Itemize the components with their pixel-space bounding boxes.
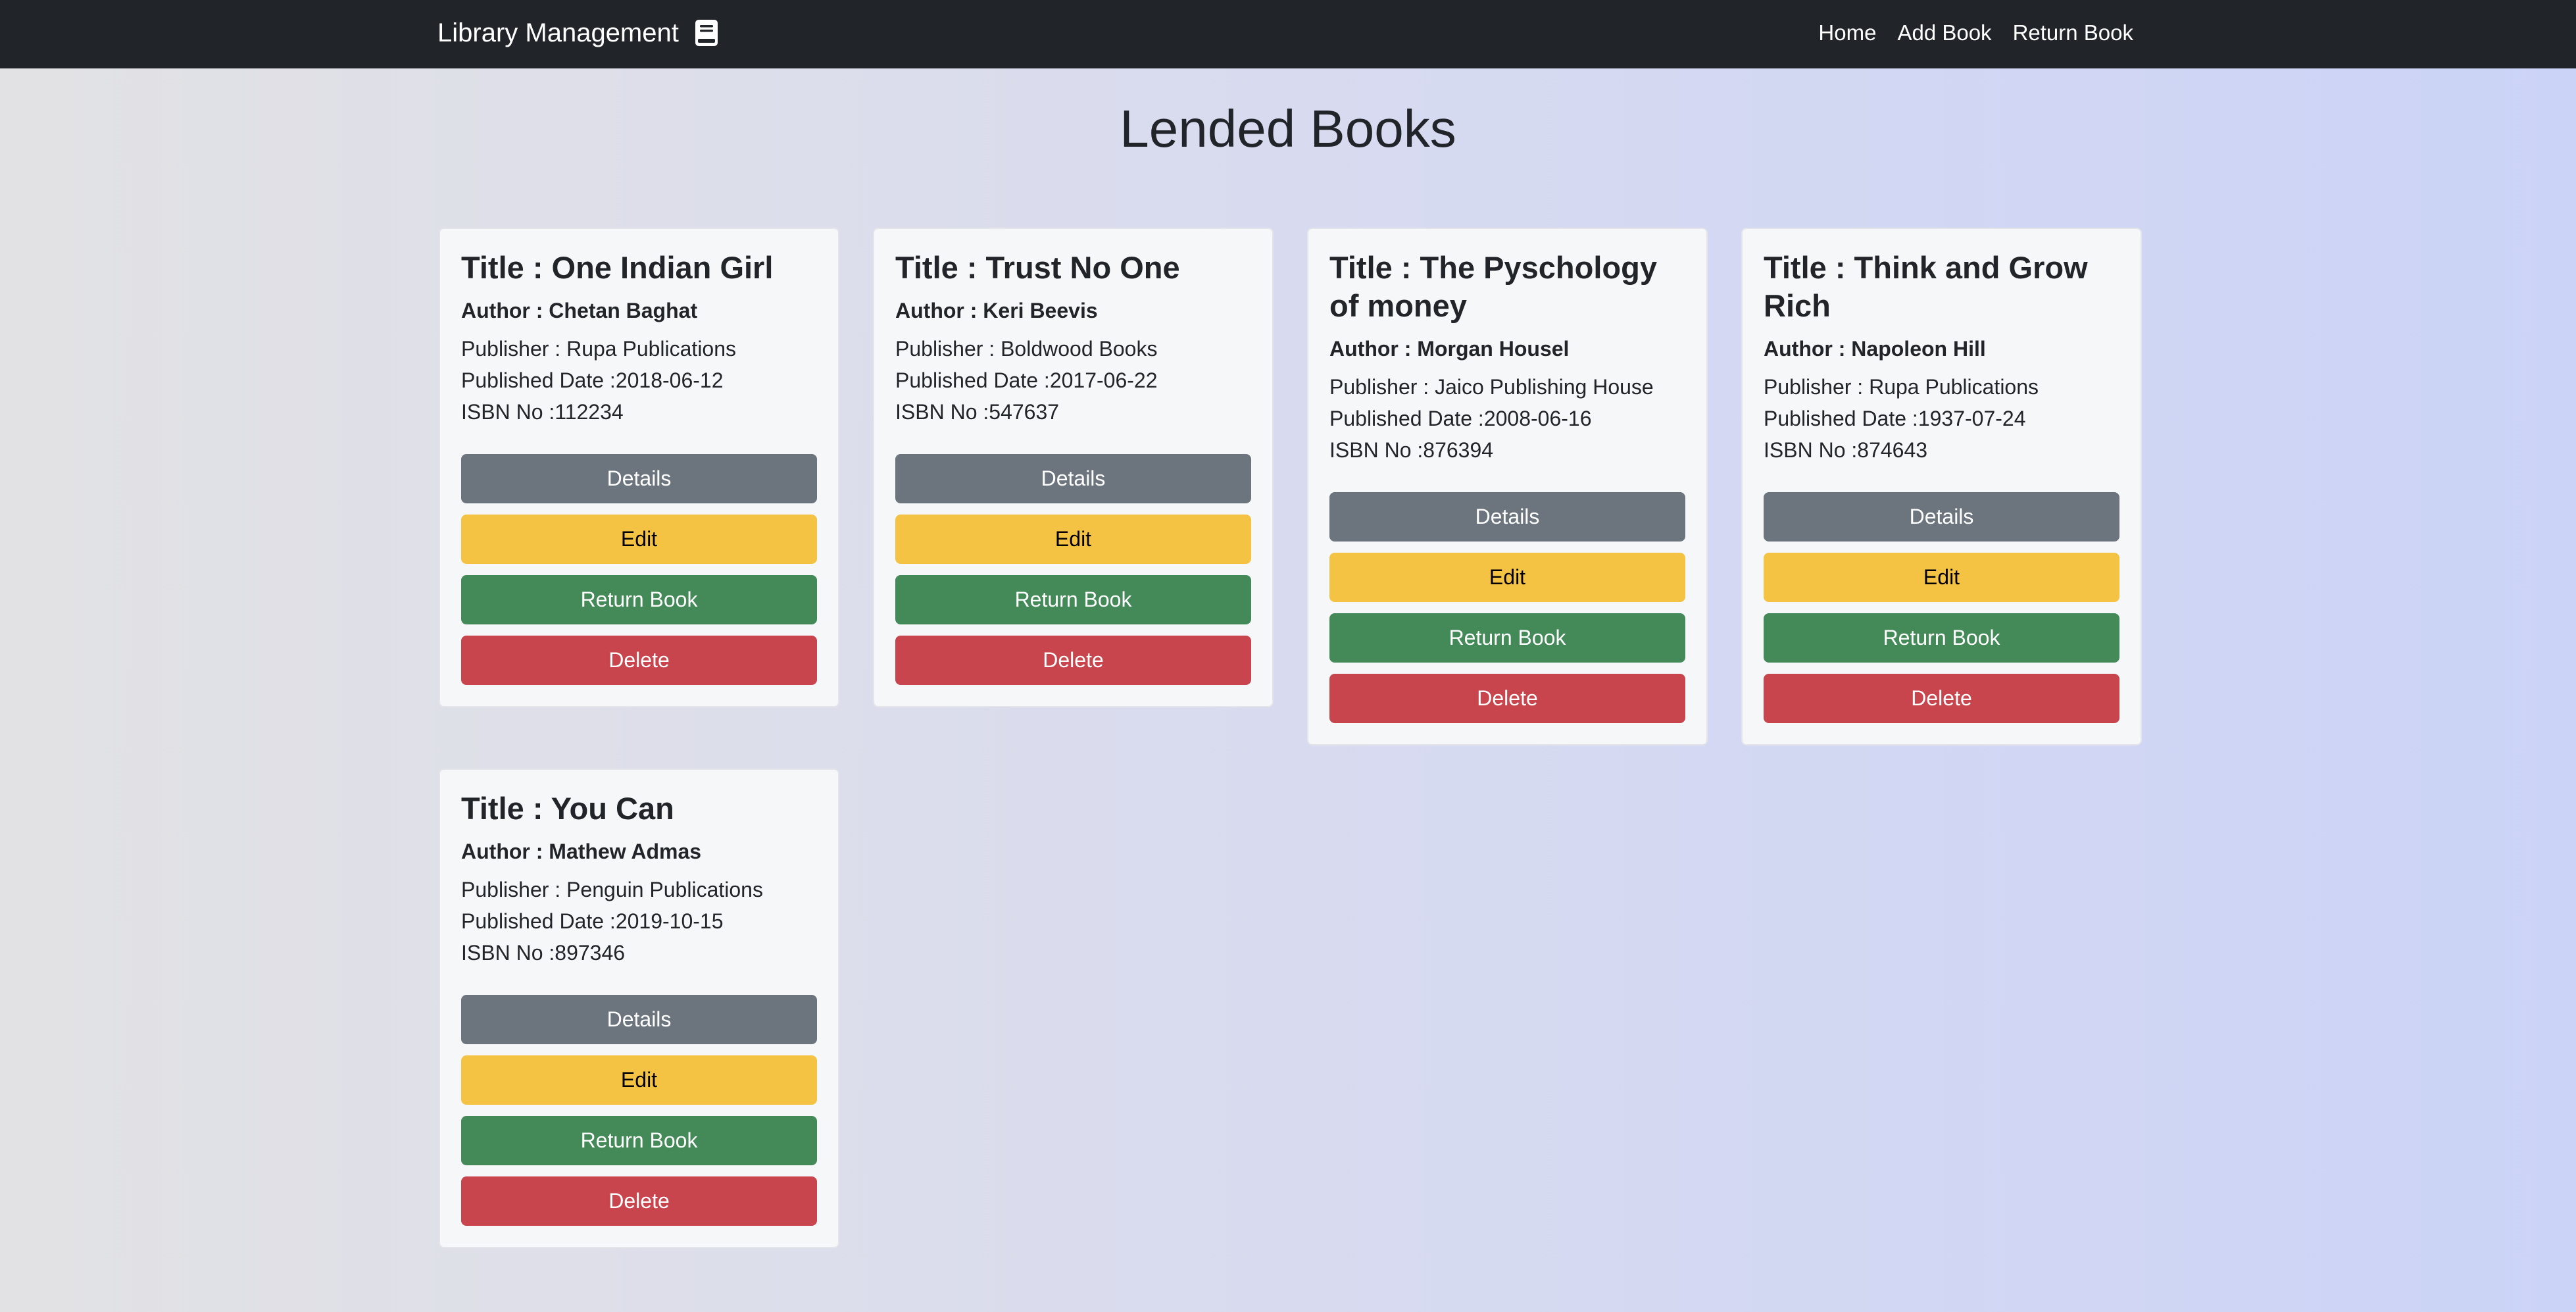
delete-button[interactable]: Delete <box>895 636 1251 685</box>
book-title: Title : The Pyschology of money <box>1329 250 1657 323</box>
book-published-date: Published Date :2018-06-12 <box>461 368 724 392</box>
book-publisher: Publisher : Rupa Publications <box>461 337 737 361</box>
book-icon <box>695 19 718 47</box>
book-published-date: Published Date :1937-07-24 <box>1764 407 2026 430</box>
book-publisher: Publisher : Rupa Publications <box>1764 375 2039 399</box>
book-published-date: Published Date :2008-06-16 <box>1329 407 1592 430</box>
book-card: Title : Think and Grow Rich Author : Nap… <box>1741 228 2142 745</box>
details-button[interactable]: Details <box>461 995 817 1044</box>
book-actions: Details Edit Return Book Delete <box>461 454 817 685</box>
book-actions: Details Edit Return Book Delete <box>1329 492 1685 723</box>
edit-button[interactable]: Edit <box>461 1055 817 1105</box>
delete-button[interactable]: Delete <box>461 636 817 685</box>
details-button[interactable]: Details <box>461 454 817 503</box>
nav-links: Home Add Book Return Book <box>1818 0 2133 66</box>
book-isbn: ISBN No :897346 <box>461 941 626 965</box>
book-published-date: Published Date :2017-06-22 <box>895 368 1158 392</box>
book-isbn: ISBN No :874643 <box>1764 438 1928 462</box>
book-publisher: Publisher : Boldwood Books <box>895 337 1158 361</box>
details-button[interactable]: Details <box>1764 492 2119 542</box>
return-book-button[interactable]: Return Book <box>461 575 817 624</box>
book-publisher: Publisher : Penguin Publications <box>461 878 763 901</box>
delete-button[interactable]: Delete <box>1329 674 1685 723</box>
delete-button[interactable]: Delete <box>461 1176 817 1226</box>
book-published-date: Published Date :2019-10-15 <box>461 909 724 933</box>
book-title: Title : Trust No One <box>895 250 1180 285</box>
book-isbn: ISBN No :876394 <box>1329 438 1494 462</box>
brand[interactable]: Library Management <box>437 0 718 66</box>
book-card: Title : One Indian Girl Author : Chetan … <box>439 228 839 707</box>
brand-title[interactable]: Library Management <box>437 18 679 48</box>
book-grid: Title : One Indian Girl Author : Chetan … <box>439 228 2143 1248</box>
book-author: Author : Keri Beevis <box>895 299 1098 322</box>
edit-button[interactable]: Edit <box>895 515 1251 564</box>
delete-button[interactable]: Delete <box>1764 674 2119 723</box>
details-button[interactable]: Details <box>895 454 1251 503</box>
return-book-button[interactable]: Return Book <box>461 1116 817 1165</box>
book-actions: Details Edit Return Book Delete <box>895 454 1251 685</box>
nav-add-book-link[interactable]: Add Book <box>1897 20 1991 45</box>
navbar: Library Management Home Add Book Return … <box>0 0 2576 68</box>
book-author: Author : Napoleon Hill <box>1764 337 1986 361</box>
book-author: Author : Morgan Housel <box>1329 337 1570 361</box>
edit-button[interactable]: Edit <box>1764 553 2119 602</box>
book-card: Title : Trust No One Author : Keri Beevi… <box>873 228 1274 707</box>
book-card: Title : You Can Author : Mathew Admas Pu… <box>439 769 839 1248</box>
book-actions: Details Edit Return Book Delete <box>1764 492 2119 723</box>
book-title: Title : Think and Grow Rich <box>1764 250 2088 323</box>
edit-button[interactable]: Edit <box>1329 553 1685 602</box>
return-book-button[interactable]: Return Book <box>895 575 1251 624</box>
book-title: Title : You Can <box>461 791 674 826</box>
return-book-button[interactable]: Return Book <box>1329 613 1685 663</box>
nav-home-link[interactable]: Home <box>1818 20 1876 45</box>
details-button[interactable]: Details <box>1329 492 1685 542</box>
book-author: Author : Mathew Admas <box>461 840 702 863</box>
book-card: Title : The Pyschology of money Author :… <box>1307 228 1708 745</box>
book-publisher: Publisher : Jaico Publishing House <box>1329 375 1654 399</box>
return-book-button[interactable]: Return Book <box>1764 613 2119 663</box>
book-isbn: ISBN No :547637 <box>895 400 1060 424</box>
edit-button[interactable]: Edit <box>461 515 817 564</box>
book-actions: Details Edit Return Book Delete <box>461 995 817 1226</box>
book-title: Title : One Indian Girl <box>461 250 774 285</box>
book-isbn: ISBN No :112234 <box>461 400 624 424</box>
page-title: Lended Books <box>1120 99 1456 158</box>
book-author: Author : Chetan Baghat <box>461 299 698 322</box>
nav-return-book-link[interactable]: Return Book <box>2013 20 2133 45</box>
